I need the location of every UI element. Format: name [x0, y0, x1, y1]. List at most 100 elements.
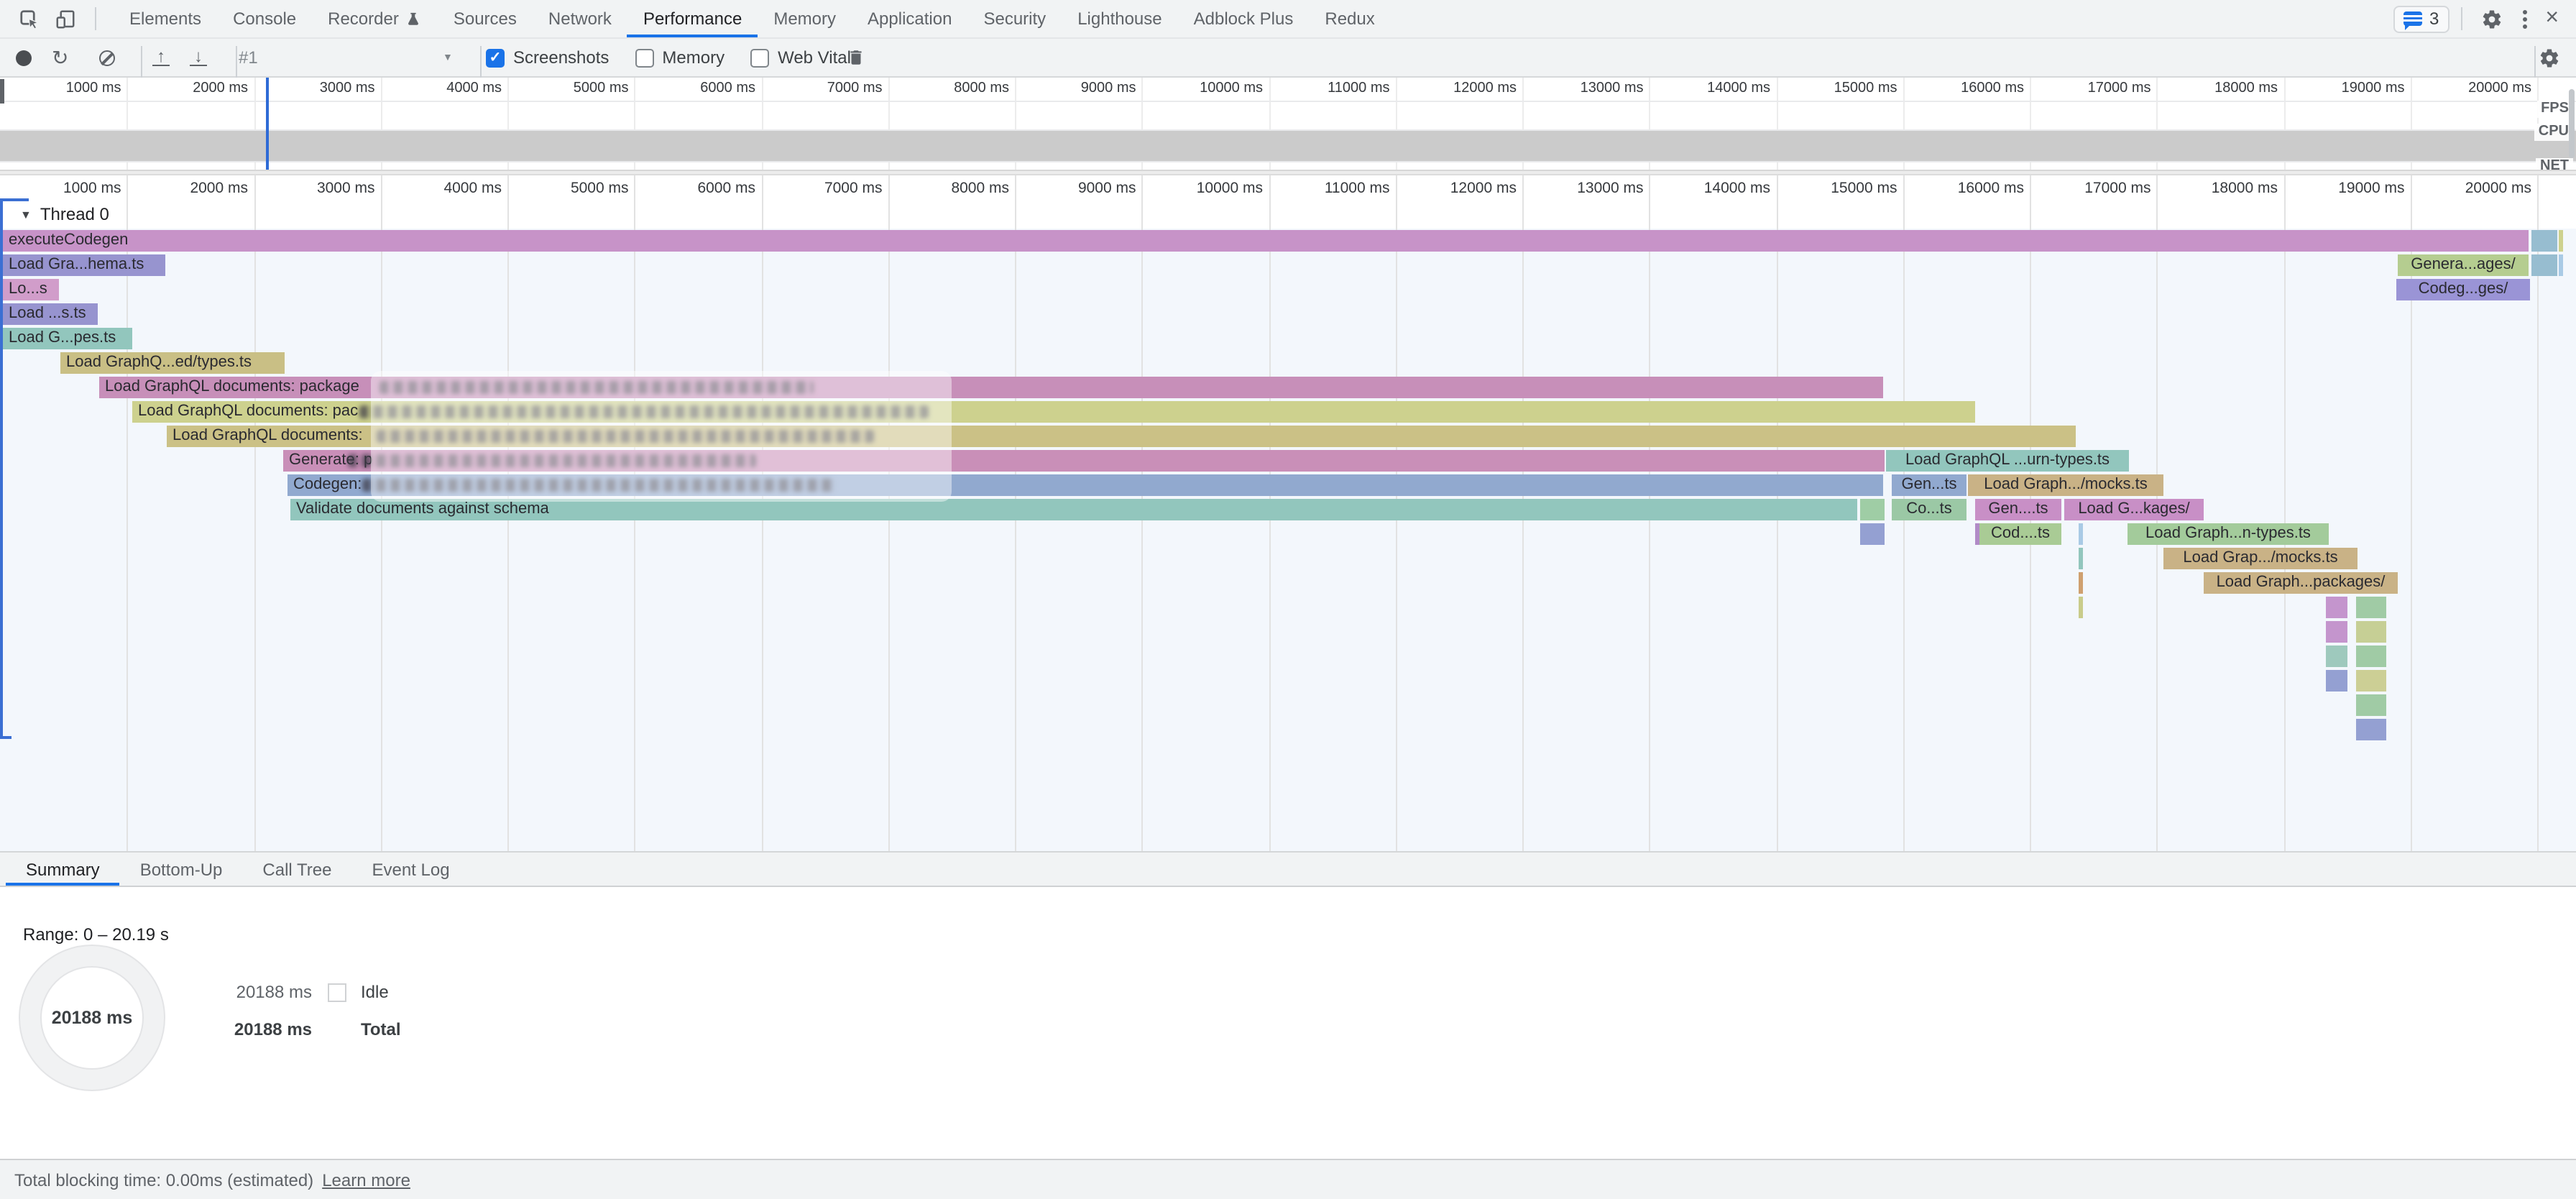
flame-bar[interactable] [1860, 523, 1885, 545]
flame-bar[interactable] [2356, 670, 2386, 692]
flame-bar[interactable]: Gen....ts [1975, 499, 2061, 520]
checkbox-unchecked-icon[interactable] [750, 48, 769, 67]
flame-bar[interactable]: Co...ts [1892, 499, 1966, 520]
tab-security[interactable]: Security [967, 0, 1062, 37]
tick-label: 1000 ms [0, 81, 121, 96]
checkbox-checked-icon[interactable]: ✓ [486, 48, 505, 67]
flame-bar[interactable] [2326, 597, 2347, 618]
summary-donut-chart: 20188 ms [19, 945, 165, 1091]
checkbox-unchecked-icon[interactable] [635, 48, 653, 67]
flame-bar[interactable]: Load ...s.ts [3, 303, 98, 325]
record-button[interactable] [16, 39, 32, 76]
tick-label: 3000 ms [252, 81, 375, 96]
tab-elements[interactable]: Elements [114, 0, 217, 37]
tab-network[interactable]: Network [533, 0, 627, 37]
flame-bar[interactable]: Gen...ts [1892, 474, 1966, 496]
flame-bar[interactable]: Load Graph...n-types.ts [2128, 523, 2329, 545]
tab-adblock-plus[interactable]: Adblock Plus [1178, 0, 1310, 37]
tab-lighthouse[interactable]: Lighthouse [1062, 0, 1177, 37]
tab-recorder[interactable]: Recorder [312, 0, 438, 37]
flame-bar[interactable]: Validate documents against schema [290, 499, 1857, 520]
details-tab-summary[interactable]: Summary [6, 853, 120, 886]
toolbar-checkboxes: ✓Screenshots Memory Web Vitals [486, 39, 886, 76]
flame-bar[interactable] [2079, 523, 2083, 545]
details-tab-call-tree[interactable]: Call Tree [242, 853, 351, 886]
overview-left-grip[interactable] [0, 79, 4, 104]
tick-label: 12000 ms [1393, 81, 1517, 96]
details-tabbar: SummaryBottom-UpCall TreeEvent Log [0, 851, 2576, 887]
clear-button[interactable] [99, 39, 115, 76]
overview-scrollbar-thumb[interactable] [2569, 89, 2575, 158]
learn-more-link[interactable]: Learn more [322, 1170, 410, 1190]
tab-memory[interactable]: Memory [758, 0, 852, 37]
issues-message-badge[interactable]: 3 [2393, 5, 2449, 32]
tab-performance[interactable]: Performance [627, 0, 758, 37]
flame-bar[interactable]: Codegen: [288, 474, 1883, 496]
tab-application[interactable]: Application [852, 0, 967, 37]
flame-bar[interactable]: Load G...kages/ [2064, 499, 2204, 520]
flame-bar[interactable] [1860, 499, 1885, 520]
flame-bar[interactable]: Codeg...ges/ [2396, 279, 2530, 300]
flame-bar[interactable]: Lo...s [3, 279, 59, 300]
save-profile-button[interactable]: ↓ [190, 39, 207, 76]
flame-bar[interactable]: Load Graph...packages/ [2204, 572, 2398, 594]
flame-bar[interactable]: Load GraphQL documents: pac [132, 401, 1975, 423]
tab-redux[interactable]: Redux [1309, 0, 1390, 37]
flame-bar[interactable] [2559, 230, 2562, 252]
flame-bar[interactable]: Load GraphQL documents: [167, 426, 2076, 447]
flame-bar[interactable]: Load GraphQL ...urn-types.ts [1886, 450, 2129, 472]
legend-value: 20188 ms [208, 982, 312, 1002]
donut-total-label: 20188 ms [52, 1008, 133, 1028]
flame-bar[interactable] [2559, 254, 2562, 276]
flame-bar[interactable]: Load GraphQ...ed/types.ts [60, 352, 285, 374]
chevron-down-icon[interactable]: ▼ [443, 39, 453, 76]
reload-icon: ↻ [52, 47, 68, 68]
flame-bar[interactable]: Load Graph.../mocks.ts [1968, 474, 2163, 496]
checkbox-memory[interactable]: Memory [635, 47, 724, 68]
flame-bar[interactable] [2079, 548, 2083, 569]
message-count: 3 [2429, 9, 2439, 29]
redacted-text [348, 454, 756, 467]
clear-icon [99, 50, 115, 65]
flame-bar[interactable]: executeCodegen [3, 230, 2529, 252]
reload-and-record-button[interactable]: ↻ [52, 39, 68, 76]
flame-bar[interactable] [2079, 572, 2083, 594]
inspect-element-icon[interactable] [17, 6, 42, 31]
capture-settings-gear-icon[interactable] [2539, 39, 2560, 76]
checkbox-screenshots[interactable]: ✓Screenshots [486, 47, 609, 68]
tick-label: 8000 ms [886, 81, 1009, 96]
flame-bar[interactable] [2356, 621, 2386, 643]
flame-bar[interactable]: Generate: p [283, 450, 1885, 472]
flame-bar[interactable]: Load Gra...hema.ts [3, 254, 165, 276]
thread-toggle[interactable]: ▼ Thread 0 [20, 204, 109, 224]
flame-bar[interactable]: Load G...pes.ts [3, 328, 132, 349]
flame-bar[interactable] [2531, 230, 2557, 252]
tab-sources[interactable]: Sources [438, 0, 533, 37]
checkbox-web-vitals[interactable]: Web Vitals [750, 47, 860, 68]
close-devtools-icon[interactable]: × [2545, 7, 2559, 30]
flame-bar[interactable]: Cod....ts [1979, 523, 2061, 545]
tab-console[interactable]: Console [217, 0, 312, 37]
flame-bar[interactable] [2356, 646, 2386, 667]
profile-history-select[interactable]: #1 [239, 39, 258, 76]
flame-bar[interactable] [2356, 719, 2386, 740]
flame-bar[interactable]: Load Grap.../mocks.ts [2163, 548, 2358, 569]
device-toolbar-icon[interactable] [53, 6, 78, 31]
more-options-kebab-icon[interactable] [2522, 17, 2526, 21]
flame-bar[interactable] [2356, 597, 2386, 618]
details-tab-event-log[interactable]: Event Log [351, 853, 469, 886]
timeline-overview[interactable]: 1000 ms2000 ms3000 ms4000 ms5000 ms6000 … [0, 78, 2576, 175]
settings-gear-icon[interactable] [2479, 6, 2503, 31]
details-tab-bottom-up[interactable]: Bottom-Up [120, 853, 243, 886]
flame-bar[interactable] [2531, 254, 2557, 276]
flame-bar[interactable] [2326, 621, 2347, 643]
flame-bar[interactable]: Load GraphQL documents: package [99, 377, 1883, 398]
flame-bar[interactable] [2079, 597, 2083, 618]
flame-bar[interactable] [2326, 646, 2347, 667]
tick-label: 17000 ms [2028, 81, 2151, 96]
garbage-collect-button[interactable] [847, 39, 865, 76]
flame-bar[interactable]: Genera...ages/ [2398, 254, 2529, 276]
flame-bar[interactable] [2356, 694, 2386, 716]
flame-bar[interactable] [2326, 670, 2347, 692]
load-profile-button[interactable]: ↑ [152, 39, 170, 76]
